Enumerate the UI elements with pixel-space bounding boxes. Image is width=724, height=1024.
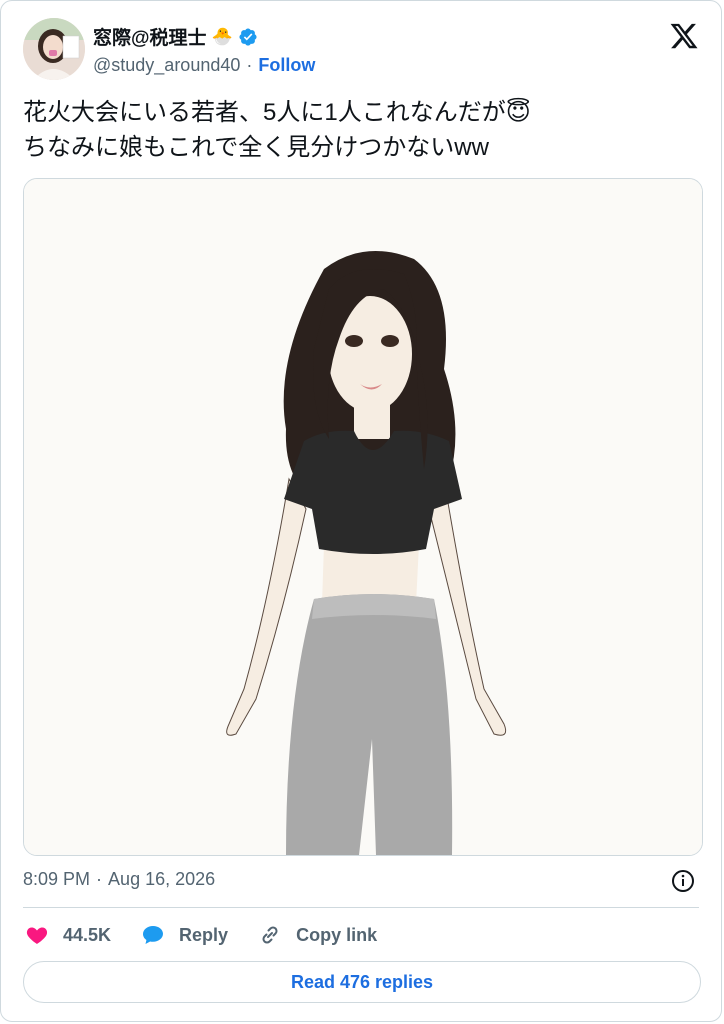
- halo-emoji: 😇: [505, 99, 531, 126]
- tweet-line-1: 花火大会にいる若者、5人に1人これなんだが😇: [23, 99, 531, 126]
- timestamp-separator: ·: [96, 869, 103, 889]
- tweet-text: 花火大会にいる若者、5人に1人これなんだが😇 ちなみに娘もこれで全く見分けつかな…: [23, 95, 703, 165]
- copy-link-label: Copy link: [296, 924, 378, 945]
- chick-emoji: 🐣: [211, 26, 233, 46]
- tweet-date: Aug 16, 2026: [108, 869, 216, 889]
- author-handle-row: @study_around40 · Follow: [93, 55, 315, 76]
- author-avatar[interactable]: [23, 18, 85, 80]
- link-icon: [262, 926, 278, 944]
- heart-icon: [26, 927, 48, 944]
- x-logo-icon[interactable]: [669, 21, 699, 51]
- reply-label: Reply: [179, 924, 229, 945]
- like-count: 44.5K: [63, 924, 112, 945]
- info-icon[interactable]: [671, 869, 695, 893]
- illustration-girl: [24, 179, 702, 855]
- like-button[interactable]: 44.5K: [25, 923, 111, 947]
- author-name[interactable]: 窓際@税理士: [93, 23, 207, 50]
- tweet-image[interactable]: [23, 178, 703, 856]
- verified-icon: [239, 27, 257, 46]
- reply-button[interactable]: Reply: [141, 923, 228, 947]
- tweet-line-2: ちなみに娘もこれで全く見分けつかないww: [23, 134, 489, 161]
- tweet-timestamp[interactable]: 8:09 PM · Aug 16, 2026: [23, 869, 215, 890]
- follow-button[interactable]: Follow: [258, 55, 315, 76]
- tweet-actions: 44.5K Reply Copy link: [25, 921, 407, 949]
- reply-bubble-icon: [143, 926, 164, 944]
- author-name-row: 窓際@税理士 🐣: [93, 23, 258, 50]
- tweet-card: 窓際@税理士 🐣 @study_around40 · Follow 花火大会にい…: [0, 0, 722, 1022]
- author-handle[interactable]: @study_around40: [93, 55, 240, 76]
- handle-separator: ·: [246, 55, 253, 75]
- copy-link-button[interactable]: Copy link: [258, 923, 377, 947]
- tweet-time: 8:09 PM: [23, 869, 91, 889]
- actions-divider: [23, 907, 699, 908]
- read-replies-button[interactable]: Read 476 replies: [23, 961, 701, 1003]
